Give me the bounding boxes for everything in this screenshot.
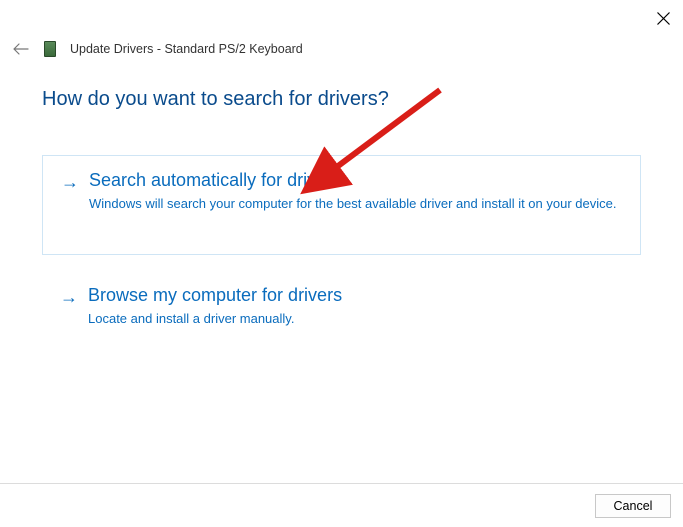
cancel-button[interactable]: Cancel (595, 494, 671, 518)
header-row: Update Drivers - Standard PS/2 Keyboard (12, 40, 303, 58)
option-search-automatically[interactable]: → Search automatically for drivers Windo… (42, 155, 641, 255)
close-button[interactable] (651, 6, 675, 30)
back-button[interactable] (12, 40, 30, 58)
page-heading: How do you want to search for drivers? (42, 88, 641, 111)
option-browse-title: Browse my computer for drivers (88, 285, 623, 306)
window-title: Update Drivers - Standard PS/2 Keyboard (70, 42, 303, 56)
arrow-right-icon: → (61, 173, 79, 191)
option-browse-computer[interactable]: → Browse my computer for drivers Locate … (42, 275, 641, 346)
option-auto-desc: Windows will search your computer for th… (89, 195, 622, 213)
content-area: How do you want to search for drivers? →… (42, 88, 641, 346)
device-icon (44, 41, 56, 57)
close-icon (657, 12, 670, 25)
arrow-right-icon: → (60, 288, 78, 306)
footer: Cancel (0, 483, 683, 527)
option-browse-desc: Locate and install a driver manually. (88, 310, 623, 328)
back-arrow-icon (13, 43, 29, 55)
option-auto-title: Search automatically for drivers (89, 170, 622, 191)
